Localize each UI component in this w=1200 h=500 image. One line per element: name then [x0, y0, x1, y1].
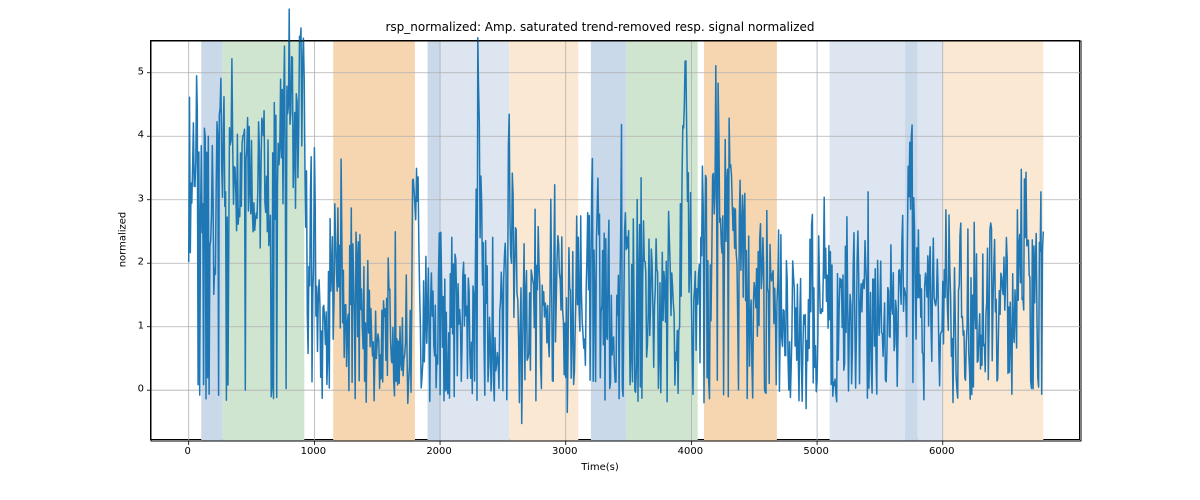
x-tick-label: 1000 — [301, 446, 326, 457]
y-tick-label: 4 — [128, 130, 144, 141]
y-tick-label: 2 — [128, 257, 144, 268]
x-axis-label: Time(s) — [0, 462, 1200, 473]
plot-axes — [150, 40, 1080, 440]
y-tick-label: 0 — [128, 384, 144, 395]
x-tick-label: 0 — [185, 446, 191, 457]
x-tick-label: 2000 — [426, 446, 451, 457]
x-tick-label: 3000 — [552, 446, 577, 457]
y-axis-label: normalized — [117, 212, 128, 268]
x-tick-label: 6000 — [929, 446, 954, 457]
x-tick-label: 4000 — [678, 446, 703, 457]
x-tick-label: 5000 — [803, 446, 828, 457]
y-tick-label: 5 — [128, 66, 144, 77]
chart-title: rsp_normalized: Amp. saturated trend-rem… — [0, 20, 1200, 34]
plot-svg — [151, 41, 1081, 441]
y-tick-label: 3 — [128, 193, 144, 204]
y-tick-label: 1 — [128, 320, 144, 331]
figure: rsp_normalized: Amp. saturated trend-rem… — [0, 0, 1200, 500]
